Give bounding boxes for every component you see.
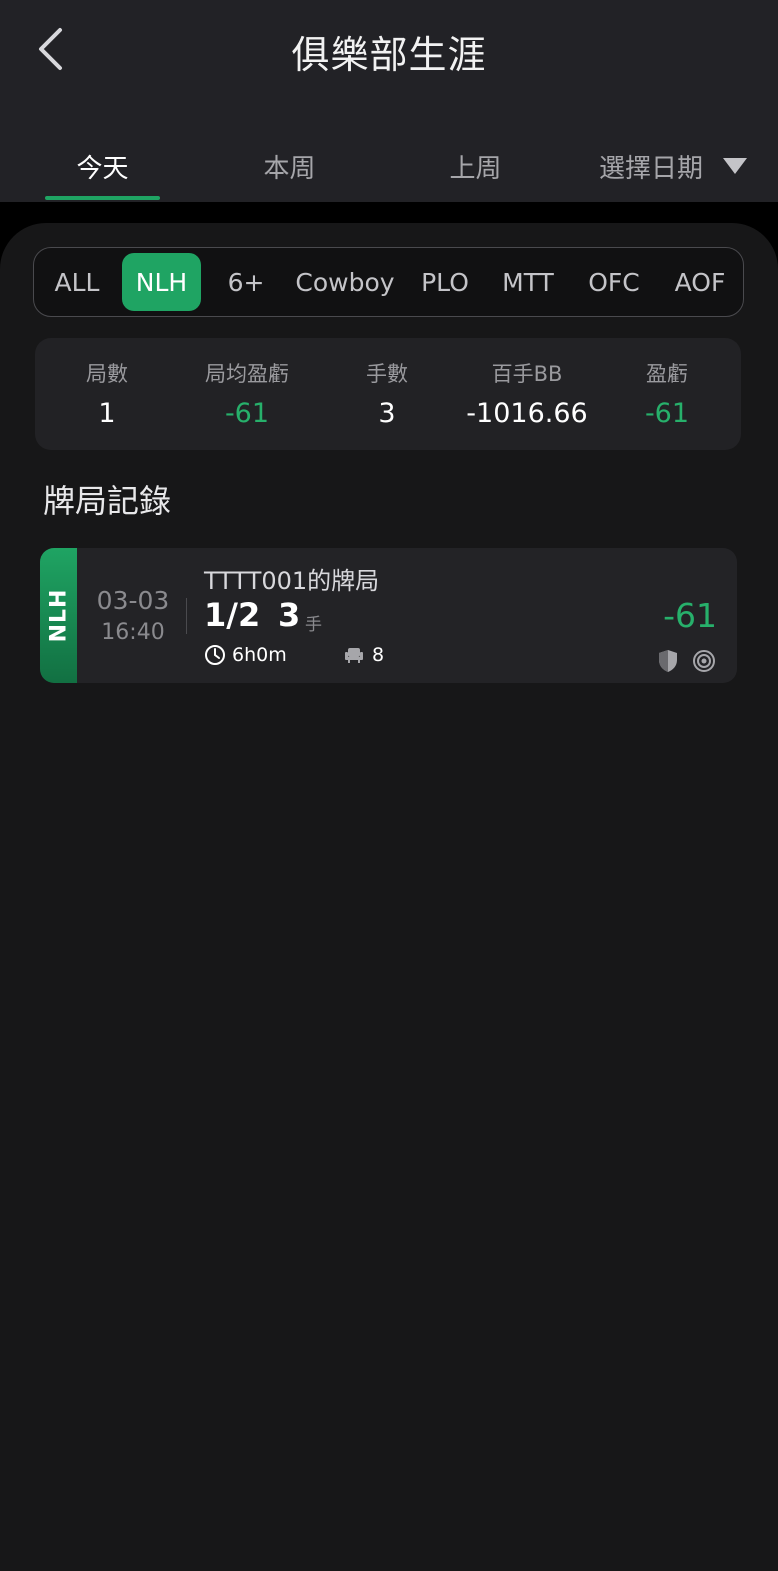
stat-value: -61 bbox=[644, 398, 690, 429]
filter-aof[interactable]: AOF bbox=[662, 253, 738, 311]
game-record-item[interactable]: NLH 03-03 16:40 TTTT001的牌局 1/2 3 手 6h0m bbox=[40, 548, 737, 683]
stats-summary: 局數 1 局均盈虧 -61 手數 3 百手BB -1016.66 盈虧 -61 bbox=[35, 338, 741, 450]
record-blinds: 1/2 bbox=[204, 596, 261, 634]
stat-bb-per-100: 百手BB -1016.66 bbox=[452, 338, 602, 450]
stat-label: 局均盈虧 bbox=[205, 362, 289, 386]
date-tabs: 今天 本周 上周 選擇日期 bbox=[0, 130, 778, 202]
stat-label: 百手BB bbox=[491, 362, 563, 386]
stat-profit: 盈虧 -61 bbox=[592, 338, 742, 450]
seat-icon bbox=[345, 648, 363, 663]
game-type-filter: ALL NLH 6+ Cowboy PLO MTT OFC AOF bbox=[33, 247, 744, 317]
record-date: 03-03 bbox=[96, 586, 170, 615]
stat-avg-profit: 局均盈虧 -61 bbox=[172, 338, 322, 450]
game-type-label: NLH bbox=[46, 588, 71, 643]
stat-value: -1016.66 bbox=[466, 398, 588, 429]
stat-label: 局數 bbox=[86, 362, 128, 386]
active-tab-indicator bbox=[45, 196, 160, 200]
filter-plo[interactable]: PLO bbox=[410, 253, 480, 311]
tab-today[interactable]: 今天 bbox=[45, 130, 160, 202]
divider bbox=[186, 598, 187, 634]
tab-last-week[interactable]: 上周 bbox=[418, 130, 533, 202]
filter-6plus[interactable]: 6+ bbox=[214, 253, 278, 311]
record-game-name: TTTT001的牌局 bbox=[204, 567, 380, 595]
filter-label: ALL bbox=[54, 267, 100, 297]
tab-select-date[interactable]: 選擇日期 bbox=[588, 130, 758, 202]
tab-label: 今天 bbox=[76, 153, 129, 184]
triangle-down-icon bbox=[723, 158, 747, 174]
record-players: 8 bbox=[372, 644, 385, 666]
target-icon bbox=[693, 650, 715, 672]
content-panel: ALL NLH 6+ Cowboy PLO MTT OFC AOF 局數 1 局… bbox=[0, 223, 778, 1571]
filter-ofc[interactable]: OFC bbox=[576, 253, 652, 311]
tab-label: 上周 bbox=[449, 153, 502, 184]
stat-label: 手數 bbox=[366, 362, 408, 386]
filter-mtt[interactable]: MTT bbox=[492, 253, 564, 311]
stat-games: 局數 1 bbox=[32, 338, 182, 450]
tab-label: 本周 bbox=[263, 153, 316, 184]
club-career-page: 俱樂部生涯 今天 本周 上周 選擇日期 ALL NLH 6+ Cowboy PL… bbox=[0, 0, 778, 1571]
stat-value: 3 bbox=[378, 398, 396, 429]
records-section-title: 牌局記錄 bbox=[43, 482, 172, 520]
stat-hands: 手數 3 bbox=[312, 338, 462, 450]
shield-icon bbox=[659, 650, 677, 672]
stat-value: 1 bbox=[98, 398, 116, 429]
record-hands: 3 bbox=[278, 596, 301, 634]
tab-label: 選擇日期 bbox=[598, 153, 703, 184]
filter-cowboy[interactable]: Cowboy bbox=[286, 253, 404, 311]
stat-value: -61 bbox=[224, 398, 270, 429]
stat-label: 盈虧 bbox=[646, 362, 688, 386]
record-time: 16:40 bbox=[101, 620, 165, 645]
filter-label: Cowboy bbox=[295, 267, 395, 297]
header: 俱樂部生涯 今天 本周 上周 選擇日期 bbox=[0, 0, 778, 202]
filter-label: 6+ bbox=[227, 267, 265, 297]
filter-all[interactable]: ALL bbox=[42, 253, 112, 311]
clock-icon bbox=[205, 645, 225, 665]
tab-this-week[interactable]: 本周 bbox=[232, 130, 347, 202]
record-duration: 6h0m bbox=[232, 644, 287, 666]
game-type-badge: NLH bbox=[40, 548, 77, 683]
filter-label: MTT bbox=[502, 267, 554, 297]
filter-label: NLH bbox=[135, 267, 188, 297]
record-profit: -61 bbox=[663, 596, 717, 635]
page-title: 俱樂部生涯 bbox=[291, 33, 487, 77]
filter-nlh[interactable]: NLH bbox=[122, 253, 201, 311]
filter-label: PLO bbox=[421, 267, 469, 297]
record-hands-unit: 手 bbox=[305, 615, 322, 635]
filter-label: AOF bbox=[674, 267, 726, 297]
filter-label: OFC bbox=[588, 267, 640, 297]
